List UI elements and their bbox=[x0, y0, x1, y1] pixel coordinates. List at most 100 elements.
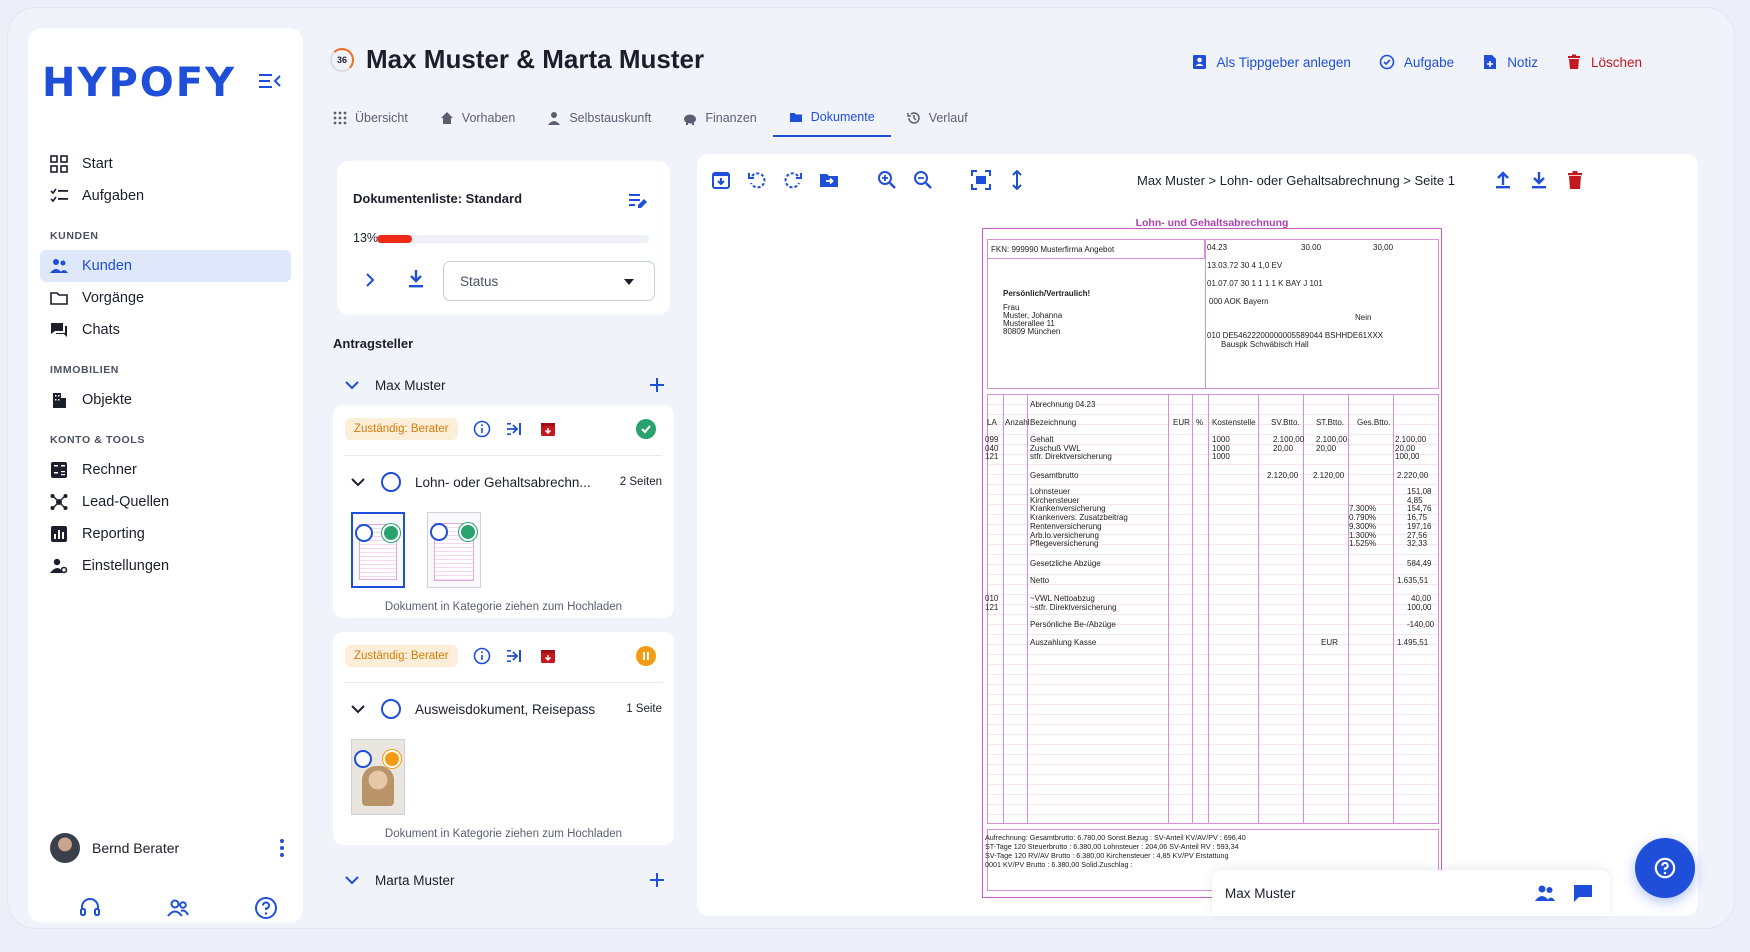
sidebar-item-chats[interactable]: Chats bbox=[40, 314, 291, 346]
sidebar-item-einstellungen[interactable]: Einstellungen bbox=[40, 550, 291, 582]
user-profile[interactable]: Bernd Berater bbox=[50, 833, 290, 863]
nav-section-kunden: KUNDEN bbox=[50, 230, 99, 242]
tab-selbstauskunft[interactable]: Selbstauskunft bbox=[531, 104, 667, 137]
help-button[interactable] bbox=[1635, 838, 1695, 898]
support-headset-icon[interactable] bbox=[78, 896, 102, 920]
thumbnail-select-radio[interactable] bbox=[430, 523, 448, 541]
sidebar-item-start[interactable]: Start bbox=[40, 148, 291, 180]
aufgabe-button[interactable]: Aufgabe bbox=[1379, 54, 1454, 70]
fit-screen-icon[interactable] bbox=[971, 170, 991, 190]
thumbnail-select-radio[interactable] bbox=[355, 524, 373, 542]
nav-section-konto: KONTO & TOOLS bbox=[50, 434, 145, 446]
add-icon[interactable] bbox=[649, 377, 665, 393]
chat-icon[interactable] bbox=[1572, 882, 1594, 904]
edit-list-icon[interactable] bbox=[628, 191, 648, 211]
add-icon[interactable] bbox=[649, 872, 665, 888]
progress-bar bbox=[377, 235, 649, 243]
apps-icon bbox=[333, 111, 347, 124]
document-select-radio[interactable] bbox=[381, 472, 401, 492]
help-icon[interactable] bbox=[254, 896, 278, 920]
tab-verlauf[interactable]: Verlauf bbox=[891, 104, 984, 137]
logo[interactable]: HYPOFY bbox=[42, 60, 236, 106]
tab-finanzen[interactable]: Finanzen bbox=[667, 104, 772, 137]
upload-icon[interactable] bbox=[1493, 170, 1513, 190]
document-card-lohn: Zuständig: Berater Lohn- oder Gehaltsabr… bbox=[333, 405, 674, 618]
note-add-icon bbox=[1484, 55, 1497, 69]
sidebar-item-objekte[interactable]: Objekte bbox=[40, 384, 291, 416]
progress-percent: 13% bbox=[353, 231, 379, 245]
thumbnail-select-radio[interactable] bbox=[354, 750, 372, 768]
lead-score: 36 bbox=[330, 47, 354, 72]
chevron-down-icon[interactable] bbox=[351, 477, 365, 487]
user-name: Bernd Berater bbox=[92, 840, 180, 856]
doc-label: Persönliche Be-/Abzüge bbox=[1030, 620, 1116, 629]
contact-card-icon bbox=[1192, 55, 1206, 69]
trash-icon[interactable] bbox=[1565, 170, 1585, 190]
zoom-out-icon[interactable] bbox=[913, 170, 933, 190]
sidebar-item-vorgaenge[interactable]: Vorgänge bbox=[40, 282, 291, 314]
people-icon[interactable] bbox=[1534, 882, 1556, 904]
divider bbox=[345, 682, 662, 683]
document-thumbnail-page-1[interactable] bbox=[351, 512, 405, 588]
calculator-icon bbox=[51, 462, 67, 478]
doc-cell-kst: 1000 bbox=[1212, 452, 1230, 462]
checklist-icon bbox=[50, 188, 68, 203]
sidebar-item-lead-quellen[interactable]: Lead-Quellen bbox=[40, 486, 291, 518]
doc-deduction-bez: Pflegeversicherung bbox=[1030, 539, 1099, 549]
rotate-left-icon[interactable] bbox=[747, 170, 767, 190]
tippgeber-button[interactable]: Als Tippgeber anlegen bbox=[1192, 54, 1351, 70]
chevron-down-icon[interactable] bbox=[351, 704, 365, 714]
document-page: Lohn- und Gehaltsabrechnung FKN: 999990 … bbox=[982, 217, 1442, 898]
download-icon[interactable] bbox=[1529, 170, 1549, 190]
tab-dokumente[interactable]: Dokumente bbox=[772, 104, 891, 137]
doc-cell-bez: Zuschuß VWL bbox=[1030, 443, 1081, 453]
sidebar-item-rechner[interactable]: Rechner bbox=[40, 454, 291, 486]
sidebar-item-kunden[interactable]: Kunden bbox=[40, 250, 291, 282]
person-row-marta[interactable]: Marta Muster bbox=[333, 865, 673, 895]
sidebar-item-aufgaben[interactable]: Aufgaben bbox=[40, 180, 291, 212]
collapse-sidebar-icon[interactable] bbox=[259, 72, 281, 90]
assign-icon[interactable] bbox=[506, 420, 524, 438]
doc-deduction-bez: Arb.lo.versicherung bbox=[1030, 530, 1099, 540]
move-to-folder-icon[interactable] bbox=[819, 170, 839, 190]
rotate-right-icon[interactable] bbox=[783, 170, 803, 190]
tab-label: Verlauf bbox=[928, 110, 968, 125]
tab-uebersicht[interactable]: Übersicht bbox=[333, 104, 424, 137]
archive-icon[interactable] bbox=[539, 420, 557, 438]
zoom-in-icon[interactable] bbox=[877, 170, 897, 190]
doc-footer-line: SV-Tage 120 RV/AV Brutto : 6.380,00 Kirc… bbox=[985, 851, 1229, 860]
dropzone-hint[interactable]: Dokument in Kategorie ziehen zum Hochlad… bbox=[333, 828, 674, 840]
dropzone-hint[interactable]: Dokument in Kategorie ziehen zum Hochlad… bbox=[333, 601, 674, 613]
info-icon[interactable] bbox=[473, 647, 491, 665]
sidebar-item-label: Rechner bbox=[82, 462, 137, 478]
more-menu-icon[interactable] bbox=[274, 838, 290, 858]
person-icon bbox=[548, 111, 561, 125]
doc-bank: Bauspk Schwäbisch Hall bbox=[1221, 340, 1309, 349]
download-icon[interactable] bbox=[407, 269, 425, 289]
doc-col-header: ST.Btto. bbox=[1316, 418, 1345, 427]
archive-download-icon[interactable] bbox=[711, 170, 731, 190]
document-select-radio[interactable] bbox=[381, 699, 401, 719]
notiz-button[interactable]: Notiz bbox=[1482, 54, 1538, 70]
document-thumbnail-page-2[interactable] bbox=[427, 512, 481, 588]
document-name: Ausweisdokument, Reisepass bbox=[415, 701, 596, 717]
loeschen-button[interactable]: Löschen bbox=[1566, 54, 1642, 70]
nav-section-immobilien: IMMOBILIEN bbox=[50, 364, 119, 376]
chat-bar[interactable]: Max Muster bbox=[1212, 870, 1610, 916]
doc-col-header: Bezeichnung bbox=[1030, 418, 1077, 427]
info-icon[interactable] bbox=[473, 420, 491, 438]
avatar bbox=[50, 833, 80, 863]
chevron-right-icon[interactable] bbox=[363, 273, 377, 287]
assign-icon[interactable] bbox=[506, 647, 524, 665]
doc-deduction-bez: Rentenversicherung bbox=[1030, 521, 1102, 531]
sidebar-item-reporting[interactable]: Reporting bbox=[40, 518, 291, 550]
archive-icon[interactable] bbox=[539, 647, 557, 665]
doc-col-header: SV.Btto. bbox=[1271, 418, 1300, 427]
document-thumbnail-passport[interactable] bbox=[351, 739, 405, 815]
fit-height-icon[interactable] bbox=[1007, 170, 1027, 190]
status-select[interactable]: Status bbox=[443, 261, 655, 301]
sidebar-nav: Start Aufgaben KUNDEN Kunden Vorgänge Ch… bbox=[40, 148, 291, 582]
person-row-max[interactable]: Max Muster bbox=[333, 370, 673, 400]
team-icon[interactable] bbox=[166, 896, 190, 920]
tab-vorhaben[interactable]: Vorhaben bbox=[424, 104, 532, 137]
